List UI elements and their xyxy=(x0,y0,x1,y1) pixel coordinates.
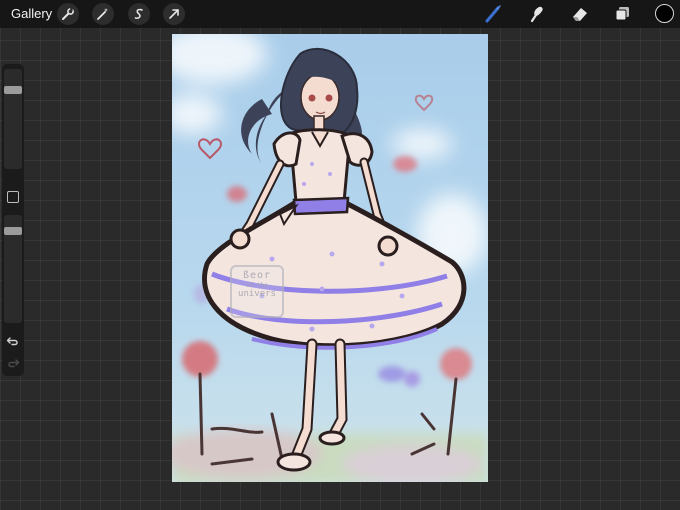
drawing-canvas[interactable] xyxy=(172,34,488,482)
wrench-icon xyxy=(62,8,74,20)
watermark-stamp: ßeor of the univers xyxy=(230,265,284,318)
top-toolbar: Gallery xyxy=(0,0,680,28)
layers-button[interactable] xyxy=(611,3,633,25)
modify-button[interactable] xyxy=(7,191,19,203)
brush-tool-button[interactable] xyxy=(482,3,504,25)
watermark-line-3: univers xyxy=(238,289,276,299)
sidebar xyxy=(2,64,24,376)
layers-icon xyxy=(615,7,629,21)
opacity-slider-thumb[interactable] xyxy=(4,227,22,235)
undo-icon xyxy=(6,337,18,346)
brush-icon xyxy=(485,5,501,23)
color-picker-button[interactable] xyxy=(655,4,674,23)
selection-s-icon xyxy=(134,8,143,19)
transform-arrow-icon xyxy=(169,9,179,19)
opacity-slider[interactable] xyxy=(4,215,22,323)
gallery-button[interactable]: Gallery xyxy=(11,6,52,21)
watermark-line-1: ßeor xyxy=(242,270,272,281)
undo-button[interactable] xyxy=(6,334,20,348)
smudge-icon xyxy=(530,6,543,23)
smudge-tool-button[interactable] xyxy=(526,3,548,25)
selection-button[interactable] xyxy=(128,3,150,25)
redo-icon xyxy=(8,359,20,368)
actions-button[interactable] xyxy=(57,3,79,25)
magic-wand-icon xyxy=(97,8,109,20)
eraser-icon xyxy=(573,8,587,21)
brush-size-slider-thumb[interactable] xyxy=(4,86,22,94)
brush-size-slider[interactable] xyxy=(4,69,22,169)
eraser-tool-button[interactable] xyxy=(569,3,591,25)
adjustments-button[interactable] xyxy=(92,3,114,25)
artwork-illustration xyxy=(172,34,488,482)
transform-button[interactable] xyxy=(163,3,185,25)
redo-button[interactable] xyxy=(6,356,20,370)
